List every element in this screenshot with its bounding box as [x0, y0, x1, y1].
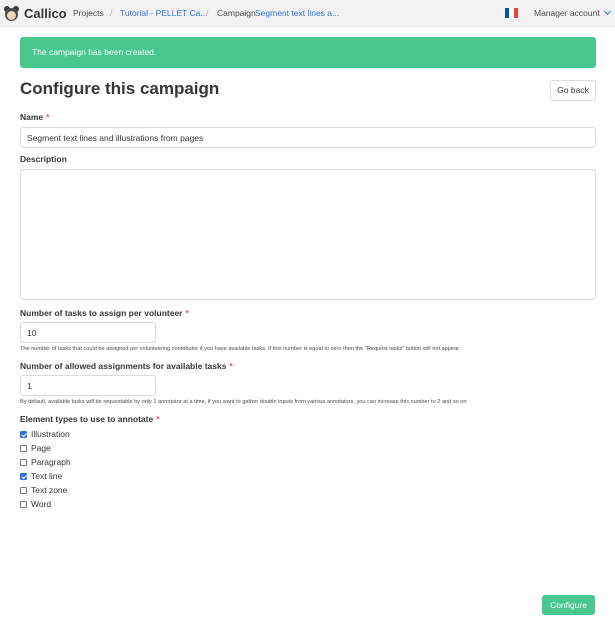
french-flag-icon[interactable]: [505, 8, 518, 18]
account-label: Manager account: [534, 8, 600, 18]
tasks-per-volunteer-label: Number of tasks to assign per volunteer *: [20, 308, 189, 318]
element-type-label: Illustration: [31, 429, 70, 439]
checkbox-text-line[interactable]: [20, 472, 27, 480]
breadcrumb-campaign-prefix: Campaign: [217, 8, 256, 18]
checkbox-paragraph[interactable]: [20, 458, 27, 466]
checkbox-word[interactable]: [20, 500, 27, 508]
description-textarea[interactable]: [20, 169, 596, 300]
breadcrumb-campaign-link[interactable]: Segment text lines a...: [255, 0, 339, 27]
name-label: Name *: [20, 112, 50, 122]
element-type-label: Word: [31, 499, 52, 509]
brand-home-link[interactable]: Callico: [4, 4, 67, 23]
allowed-assignments-input[interactable]: [20, 375, 156, 396]
element-type-label: Text zone: [31, 485, 68, 495]
element-type-page[interactable]: Page: [20, 442, 51, 454]
name-input[interactable]: [20, 127, 596, 148]
element-type-illustration[interactable]: Illustration: [20, 428, 70, 440]
allowed-assignments-label: Number of allowed assignments for availa…: [20, 361, 233, 371]
brand-name: Callico: [24, 6, 67, 21]
required-mark: *: [46, 112, 50, 122]
checkbox-text-zone[interactable]: [20, 486, 27, 494]
success-notification: The campaign has been created.: [20, 37, 596, 68]
account-menu[interactable]: Manager account: [534, 0, 611, 27]
element-type-word[interactable]: Word: [20, 498, 51, 510]
go-back-button[interactable]: Go back: [550, 80, 596, 101]
breadcrumb-separator: /: [110, 8, 113, 18]
top-navbar: Callico Projects / Tutorial - PELLET Ca.…: [0, 0, 615, 27]
allowed-assignments-help: By default, available tasks will be requ…: [20, 399, 467, 405]
element-type-text-line[interactable]: Text line: [20, 470, 62, 482]
required-mark: *: [185, 308, 189, 318]
required-mark: *: [229, 361, 233, 371]
checkbox-page[interactable]: [20, 444, 27, 452]
element-type-label: Text line: [31, 471, 63, 481]
required-mark: *: [156, 414, 160, 424]
checkbox-illustration[interactable]: [20, 430, 27, 438]
element-type-text-zone[interactable]: Text zone: [20, 484, 67, 496]
description-label: Description: [20, 154, 67, 164]
configure-button[interactable]: Configure: [542, 595, 595, 615]
element-types-label: Element types to use to annotate *: [20, 414, 160, 424]
page-title: Configure this campaign: [20, 79, 220, 98]
tasks-per-volunteer-help: The number of tasks that could be assign…: [20, 346, 461, 352]
projects-link[interactable]: Projects: [73, 0, 104, 27]
breadcrumb-separator: /: [206, 8, 209, 18]
callico-logo-icon: [4, 6, 19, 21]
element-type-label: Page: [31, 443, 51, 453]
element-type-label: Paragraph: [31, 457, 71, 467]
tasks-per-volunteer-input[interactable]: [20, 322, 156, 343]
element-type-paragraph[interactable]: Paragraph: [20, 456, 71, 468]
chevron-down-icon: [603, 7, 611, 16]
breadcrumb-project-link[interactable]: Tutorial - PELLET Ca...: [120, 0, 207, 27]
